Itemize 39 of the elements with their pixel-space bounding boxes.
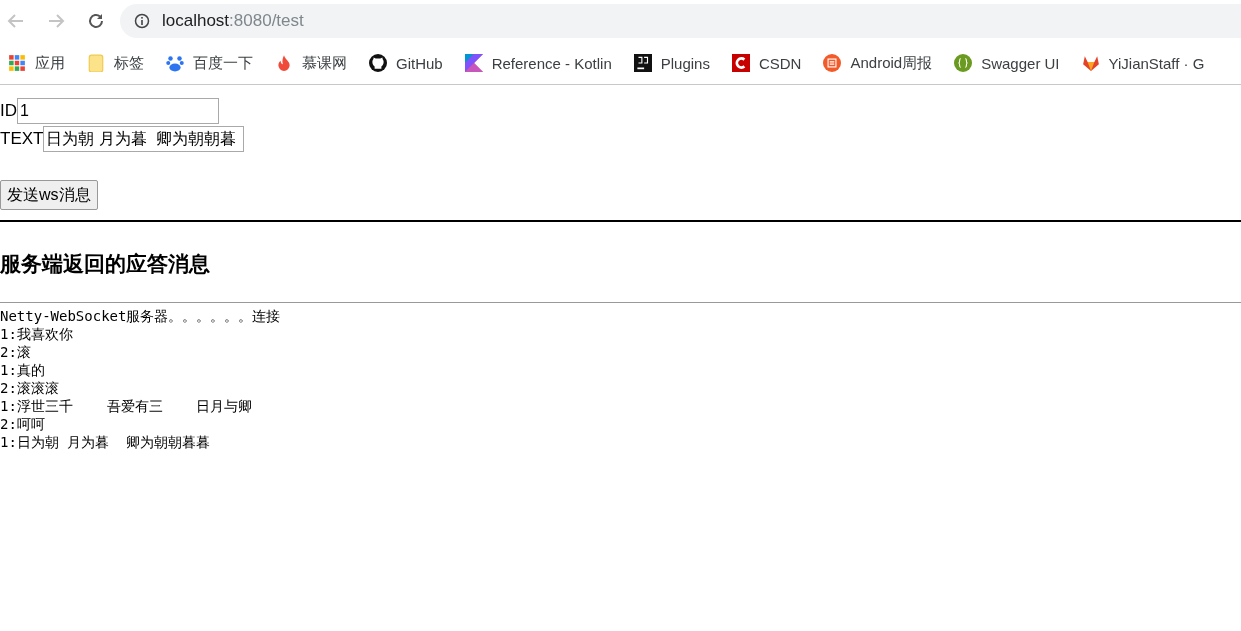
url-text: localhost:8080/test <box>162 11 304 31</box>
info-icon[interactable] <box>134 13 150 29</box>
bookmark[interactable]: 应用 <box>8 53 65 73</box>
bookmark[interactable]: CSDN <box>731 54 802 72</box>
message-line: 1:我喜欢你 <box>0 325 74 343</box>
message-line: 1:真的 <box>0 361 46 379</box>
reload-icon[interactable] <box>86 11 106 31</box>
bookmark[interactable]: Android周报 <box>823 53 933 73</box>
bookmark[interactable]: 慕课网 <box>275 53 347 73</box>
address-bar[interactable]: localhost:8080/test <box>120 4 1241 38</box>
newspaper-icon <box>823 54 842 72</box>
message-line: 1:浮世三千 吾爱有三 日月与卿 <box>0 397 254 415</box>
kotlin-icon <box>464 54 483 72</box>
bookmark[interactable]: 百度一下 <box>166 53 253 73</box>
message-line: 2:滚滚滚 <box>0 379 60 397</box>
field-label: TEXT <box>0 129 44 149</box>
message-line: 1:日为朝 月为暮 卿为朝朝暮暮 <box>0 433 212 451</box>
send-button[interactable]: 发送ws消息 <box>0 180 98 210</box>
csdn-logo-icon <box>731 54 750 72</box>
bookmark[interactable]: Plugins <box>633 54 710 72</box>
input-field[interactable]: 日为朝 月为暮 卿为朝朝暮 <box>43 126 245 152</box>
message-line: Netty-WebSocket服务器。。。。。。连接 <box>0 307 282 325</box>
bookmark[interactable]: Swagger UI <box>954 54 1060 72</box>
braces-icon <box>954 54 973 72</box>
bookmark[interactable]: 标签 <box>87 53 144 73</box>
bookmark[interactable]: GitHub <box>369 54 443 72</box>
github-icon <box>369 54 387 72</box>
apps-grid-icon <box>8 54 26 72</box>
paw-icon <box>166 54 184 72</box>
message-line: 2:呵呵 <box>0 415 46 433</box>
bookmark[interactable]: Reference - Kotlin <box>464 54 612 72</box>
bookmark[interactable]: YiJianStaff · G <box>1081 54 1205 72</box>
input-field[interactable]: 1 <box>17 98 219 124</box>
section-heading: 服务端返回的应答消息 <box>0 251 211 277</box>
folder-icon <box>87 54 105 72</box>
field-label: ID <box>0 101 17 121</box>
flame-icon <box>275 54 293 72</box>
message-line: 2:滚 <box>0 343 32 361</box>
jb-logo-icon <box>633 54 652 72</box>
